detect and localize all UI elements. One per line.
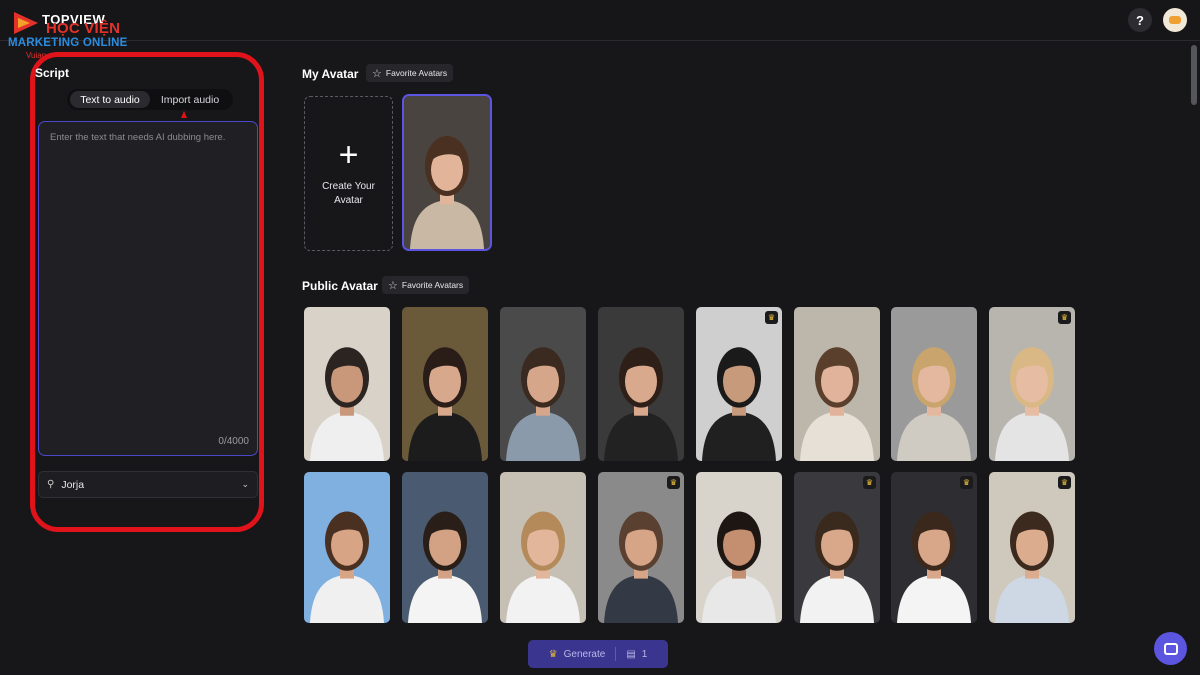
avatar-card[interactable]: [500, 307, 586, 461]
watermark-line-1: HỌC VIỆN: [46, 20, 121, 37]
avatar-image-icon: [1169, 16, 1181, 24]
crown-icon: ♛: [548, 648, 558, 660]
divider: [615, 647, 617, 661]
star-icon: ☆: [372, 67, 382, 80]
premium-crown-icon: ♛: [1058, 311, 1071, 324]
chat-icon: [1163, 642, 1178, 655]
tab-text-to-audio[interactable]: Text to audio: [70, 91, 150, 108]
script-textarea[interactable]: Enter the text that needs AI dubbing her…: [38, 121, 258, 456]
watermark-line-2: MARKETING ONLINE: [8, 37, 128, 49]
favorite-avatars-label: Favorite Avatars: [385, 68, 448, 78]
chevron-down-icon: ⌄: [241, 479, 249, 489]
public-avatar-title: Public Avatar: [302, 279, 378, 293]
avatar-card[interactable]: [402, 307, 488, 461]
help-button[interactable]: ?: [1128, 8, 1152, 32]
premium-crown-icon: ♛: [667, 476, 680, 489]
favorite-avatars-button-public[interactable]: ☆ Favorite Avatars: [382, 276, 470, 294]
avatar-card[interactable]: [402, 472, 488, 623]
play-logo-icon: [14, 12, 38, 34]
favorite-avatars-label: Favorite Avatars: [401, 280, 464, 290]
avatar-card[interactable]: ♛: [794, 472, 880, 623]
create-avatar-card[interactable]: + Create Your Avatar: [304, 96, 393, 251]
avatar-card[interactable]: ♛: [989, 307, 1075, 461]
top-bar: [0, 0, 1200, 41]
avatar-card[interactable]: [304, 307, 390, 461]
voice-select[interactable]: ⚲ Jorja ⌄: [38, 471, 258, 498]
script-placeholder: Enter the text that needs AI dubbing her…: [50, 132, 226, 143]
premium-crown-icon: ♛: [1058, 476, 1071, 489]
create-avatar-label: Create Your Avatar: [322, 180, 375, 206]
avatar-card[interactable]: ♛: [696, 307, 782, 461]
avatar-card[interactable]: [500, 472, 586, 623]
cursor-pointer-icon: [181, 111, 187, 118]
avatar-card[interactable]: ♛: [891, 472, 977, 623]
my-avatar-title: My Avatar: [302, 67, 359, 81]
avatar-card[interactable]: ♛: [598, 472, 684, 623]
premium-crown-icon: ♛: [863, 476, 876, 489]
generate-label: Generate: [563, 648, 606, 660]
avatar-card[interactable]: [794, 307, 880, 461]
chat-support-button[interactable]: [1154, 632, 1187, 665]
favorite-avatars-button-my[interactable]: ☆ Favorite Avatars: [366, 64, 454, 82]
generate-button[interactable]: ♛ Generate ▤ 1: [528, 640, 668, 668]
credits-icon: ▤: [626, 648, 636, 660]
user-avatar[interactable]: [1163, 8, 1187, 32]
my-avatar-card[interactable]: [402, 94, 492, 251]
star-icon: ☆: [388, 279, 398, 292]
avatar-card[interactable]: [304, 472, 390, 623]
avatar-card[interactable]: [696, 472, 782, 623]
tab-import-audio[interactable]: Import audio: [150, 91, 230, 108]
script-title: Script: [35, 66, 70, 80]
script-mode-toggle: Text to audio Import audio: [67, 89, 233, 110]
page-scrollbar[interactable]: [1191, 45, 1197, 105]
avatar-card[interactable]: [891, 307, 977, 461]
avatar-card[interactable]: [598, 307, 684, 461]
avatar-card[interactable]: ♛: [989, 472, 1075, 623]
character-count: 0/4000: [218, 436, 249, 447]
plus-icon: +: [338, 135, 359, 174]
voice-name: Jorja: [61, 478, 85, 491]
credits-count: 1: [641, 648, 648, 660]
premium-crown-icon: ♛: [765, 311, 778, 324]
premium-crown-icon: ♛: [960, 476, 973, 489]
voice-icon: ⚲: [47, 479, 55, 490]
